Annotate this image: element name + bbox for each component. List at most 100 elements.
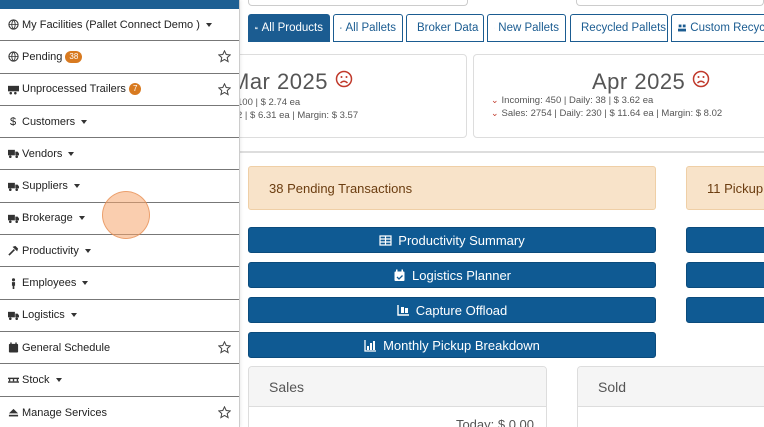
sidebar-item-customers[interactable]: $ Customers [0, 106, 239, 139]
month-title: Apr 2025 [592, 69, 710, 95]
productivity-summary-button[interactable]: Productivity Summary [248, 227, 656, 253]
tab-all-products[interactable]: All Products [248, 14, 330, 42]
month-title: Mar 2025 [231, 69, 353, 95]
star-icon[interactable] [217, 82, 232, 96]
sidebar-item-label: Manage Services [22, 406, 107, 419]
bar-chart-icon [364, 339, 377, 352]
section-divider [240, 151, 764, 153]
logistics-planner-button[interactable]: Logistics Planner [248, 262, 656, 288]
sidebar-topbar [0, 0, 239, 9]
capture-offload-button[interactable]: Capture Offload [248, 297, 656, 323]
button-label: Logistics Planner [412, 267, 511, 283]
sidebar-item-label: Employees [22, 277, 77, 290]
sidebar-item-label: My Facilities (Pallet Connect Demo ) [22, 18, 200, 31]
sidebar-item-employees[interactable]: Employees [0, 267, 239, 300]
button-label: Capture Offload [415, 302, 508, 318]
person-icon [7, 277, 19, 289]
sidebar-item-unprocessed-trailers[interactable]: Unprocessed Trailers 7 [0, 74, 239, 106]
sidebar-item-manage-services[interactable]: Manage Services [0, 397, 239, 427]
tab-all-pallets[interactable]: All Pallets [333, 14, 403, 42]
trailer-icon [7, 83, 19, 95]
sales-panel: Sales Today: $ 0.00 [248, 366, 547, 427]
month-card-apr: Apr 2025 ⌄ Incoming: 450 | Daily: 38 | $ … [473, 54, 764, 138]
frown-icon [692, 70, 710, 88]
star-icon[interactable] [217, 49, 232, 63]
sidebar-item-logistics[interactable]: Logistics [0, 300, 239, 332]
tab-broker-data[interactable]: Broker Data [406, 14, 484, 42]
top-card-strip-left [248, 0, 468, 6]
month-label: Mar 2025 [231, 69, 328, 94]
monthly-pickup-breakdown-button[interactable]: Monthly Pickup Breakdown [248, 332, 656, 358]
tab-label: Custom Recycle [690, 22, 764, 34]
tab-label: All Pallets [345, 22, 397, 34]
pallet-group-icon [340, 27, 342, 29]
sidebar-item-general-schedule[interactable]: General Schedule [0, 332, 239, 365]
sidebar-item-productivity[interactable]: Productivity [0, 235, 239, 268]
panel-title: Sales [249, 367, 546, 407]
dollar-icon: $ [9, 115, 17, 128]
chevron-down-icon [82, 281, 89, 286]
button-label: Monthly Pickup Breakdown [383, 337, 540, 353]
top-card-strip-right [576, 0, 764, 6]
sidebar-item-label: Brokerage [22, 212, 73, 225]
chevron-down-icon [81, 119, 88, 124]
sidebar-item-label: Suppliers [22, 180, 68, 193]
sidebar-item-label: Pending [22, 50, 63, 63]
sidebar-item-vendors[interactable]: Vendors [0, 138, 239, 171]
truck-icon [7, 180, 19, 192]
chevron-down-icon [68, 151, 75, 156]
frown-icon [335, 70, 352, 88]
sidebar-item-my-facilities[interactable]: My Facilities (Pallet Connect Demo ) [0, 9, 239, 42]
pallet-group-icon [678, 24, 687, 32]
touch-cursor-indicator [102, 191, 150, 239]
alert-text: 38 Pending Transactions [269, 180, 413, 196]
tab-label: Recycled Pallets [581, 22, 667, 34]
tab-recycled-pallets[interactable]: Recycled Pallets [570, 14, 668, 42]
tab-custom-recycle[interactable]: Custom Recycle [671, 14, 764, 42]
sales-stat: 2 | $ 6.31 ea | Margin: $ 3.57 [237, 110, 359, 121]
incoming-stat: 100 | $ 2.74 ea [237, 97, 301, 108]
sidebar-item-stock[interactable]: Stock [0, 364, 239, 397]
dolly-icon [397, 304, 409, 316]
truck-icon [7, 309, 19, 321]
down-caret-icon: ⌄ [491, 108, 499, 118]
eject-icon [7, 407, 19, 419]
pending-transactions-alert[interactable]: 38 Pending Transactions [248, 166, 656, 210]
chevron-down-icon [55, 377, 62, 382]
sidebar: My Facilities (Pallet Connect Demo ) Pen… [0, 0, 240, 427]
pickups-alert[interactable]: 11 Pickup [686, 166, 764, 210]
chevron-down-icon [205, 22, 212, 27]
month-label: Apr 2025 [592, 69, 686, 94]
star-icon[interactable] [217, 340, 232, 354]
panel-body: Today: $ 0.00 [249, 407, 546, 427]
alert-text: 11 Pickup [707, 180, 764, 196]
calendar-check-icon [394, 269, 405, 281]
star-icon[interactable] [217, 405, 232, 419]
incoming-text: Incoming: 450 | Daily: 38 | $ 3.62 ea [501, 95, 654, 106]
tab-label: New Pallets [498, 22, 559, 34]
sold-panel: Sold [577, 366, 764, 427]
tab-new-pallets[interactable]: New Pallets [487, 14, 566, 42]
chevron-down-icon [78, 216, 85, 221]
tab-label: Broker Data [417, 22, 479, 34]
truck-icon [7, 212, 19, 224]
pallet-icon [7, 374, 19, 386]
tab-label: All Products [261, 22, 323, 34]
chevron-down-icon [73, 184, 80, 189]
button-label: Productivity Summary [398, 232, 525, 248]
panel-title: Sold [578, 367, 764, 407]
sidebar-item-label: General Schedule [22, 341, 111, 354]
sidebar-item-label: Stock [22, 373, 50, 386]
right-action-button-3[interactable] [686, 297, 764, 323]
incoming-stat: ⌄ Incoming: 450 | Daily: 38 | $ 3.62 ea [491, 95, 653, 106]
right-action-button-1[interactable] [686, 227, 764, 253]
chevron-down-icon [84, 248, 91, 253]
down-caret-icon: ⌄ [491, 95, 499, 105]
sidebar-item-label: Vendors [22, 147, 63, 160]
pallet-group-icon [255, 26, 258, 30]
right-action-button-2[interactable] [686, 262, 764, 288]
sidebar-item-pending[interactable]: Pending 38 [0, 41, 239, 74]
chevron-down-icon [70, 313, 77, 318]
truck-icon [7, 148, 19, 160]
pending-count-badge: 38 [65, 50, 83, 63]
